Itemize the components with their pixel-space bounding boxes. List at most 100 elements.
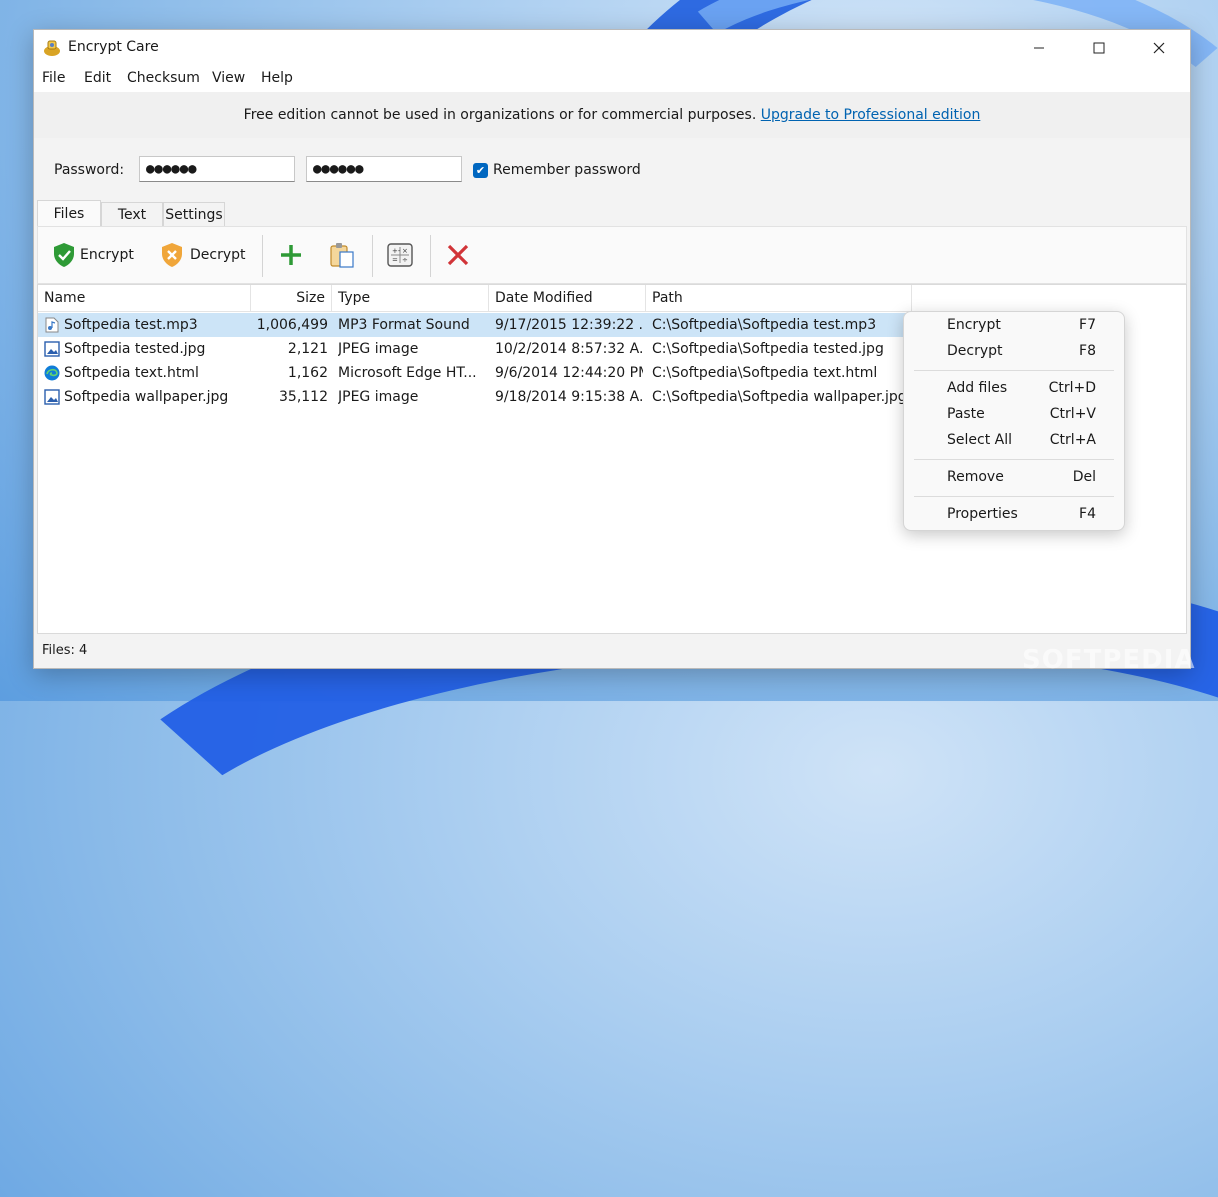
close-button[interactable] [1130,30,1188,66]
remember-password-label[interactable]: Remember password [493,162,641,178]
minimize-button[interactable] [1010,30,1068,66]
app-logo-icon [44,40,60,56]
table-row[interactable]: Softpedia text.html 1,162 Microsoft Edge… [38,361,912,385]
menu-view[interactable]: View [212,70,245,86]
context-item-label: Properties [947,506,1018,522]
context-item-shortcut: F8 [1079,343,1096,359]
image-file-icon [44,341,60,357]
context-item-label: Encrypt [947,317,1001,333]
file-date: 9/17/2015 12:39:22 ... [495,317,643,333]
edge-file-icon [44,365,60,381]
remember-password-checkbox[interactable]: ✔ [473,163,488,178]
context-item-shortcut: Ctrl+A [1049,432,1096,448]
context-item-paste[interactable]: Paste Ctrl+V [904,403,1124,429]
calculator-icon: +- × = ÷ [387,243,413,267]
add-files-button[interactable] [278,239,304,271]
menu-edit[interactable]: Edit [84,70,111,86]
maximize-icon [1093,42,1105,54]
table-row[interactable]: Softpedia wallpaper.jpg 35,112 JPEG imag… [38,385,912,409]
context-item-label: Decrypt [947,343,1003,359]
context-separator [914,459,1114,460]
menu-help[interactable]: Help [261,70,293,86]
context-item-label: Paste [947,406,985,422]
context-item-encrypt[interactable]: Encrypt F7 [904,314,1124,340]
softpedia-watermark: SOFTPEDIA [1022,645,1196,675]
password-field[interactable]: ●●●●●● [139,156,295,182]
context-item-label: Select All [947,432,1012,448]
context-item-decrypt[interactable]: Decrypt F8 [904,340,1124,366]
audio-file-icon [45,317,59,333]
maximize-button[interactable] [1070,30,1128,66]
context-item-properties[interactable]: Properties F4 [904,503,1124,529]
minimize-icon [1034,47,1044,49]
context-item-shortcut: Ctrl+V [1049,406,1096,422]
toolbar-separator [372,235,373,277]
remove-x-icon [447,244,469,266]
column-header-size[interactable]: Size [251,285,332,311]
shield-check-icon [54,243,74,267]
file-type: MP3 Format Sound [338,317,470,333]
file-path: C:\Softpedia\Softpedia text.html [652,365,878,381]
menu-bar: File Edit Checksum View Help [34,66,1190,92]
svg-text:=: = [392,256,398,264]
column-header-path[interactable]: Path [646,285,912,311]
svg-text:×: × [402,247,408,255]
context-item-shortcut: F7 [1079,317,1096,333]
toolbar-separator [262,235,263,277]
confirm-password-field[interactable]: ●●●●●● [306,156,462,182]
table-row[interactable]: Softpedia test.mp3 1,006,499 MP3 Format … [38,313,912,337]
column-header-name[interactable]: Name [38,285,251,311]
file-name: Softpedia text.html [64,365,199,381]
table-row[interactable]: Softpedia tested.jpg 2,121 JPEG image 10… [38,337,912,361]
file-count-status: Files: 4 [42,643,88,658]
file-size: 2,121 [287,341,328,357]
file-date: 10/2/2014 8:57:32 A... [495,341,643,357]
file-size: 1,162 [287,365,328,381]
shield-x-icon [162,243,182,267]
upgrade-link[interactable]: Upgrade to Professional edition [761,107,981,123]
file-path: C:\Softpedia\Softpedia test.mp3 [652,317,877,333]
file-path: C:\Softpedia\Softpedia tested.jpg [652,341,884,357]
close-icon [1153,42,1165,54]
context-item-label: Add files [947,380,1008,396]
tab-text[interactable]: Text [101,202,163,226]
tab-files[interactable]: Files [37,200,101,226]
plus-icon [281,245,301,265]
file-size: 35,112 [279,389,328,405]
context-item-remove[interactable]: Remove Del [904,466,1124,492]
toolbar: Encrypt Decrypt +- × = ÷ [37,226,1187,284]
paste-icon [330,243,354,268]
checksum-button[interactable]: +- × = ÷ [386,239,414,271]
menu-file[interactable]: File [42,70,65,86]
toolbar-separator [430,235,431,277]
remove-button[interactable] [446,239,470,271]
tab-settings[interactable]: Settings [163,202,225,226]
context-item-shortcut: Ctrl+D [1048,380,1096,396]
paste-button[interactable] [328,239,356,271]
header-divider [38,311,912,312]
tab-strip: Files Text Settings [34,200,1190,226]
file-type: JPEG image [338,389,419,405]
license-banner: Free edition cannot be used in organizat… [34,92,1190,138]
image-file-icon [44,389,60,405]
context-item-select-all[interactable]: Select All Ctrl+A [904,429,1124,455]
menu-checksum[interactable]: Checksum [127,70,200,86]
password-label: Password: [54,162,125,178]
column-header-type[interactable]: Type [332,285,489,311]
decrypt-button[interactable]: Decrypt [160,239,246,271]
context-item-shortcut: Del [1072,469,1096,485]
file-date: 9/18/2014 9:15:38 A... [495,389,643,405]
context-item-add-files[interactable]: Add files Ctrl+D [904,377,1124,403]
title-bar[interactable]: Encrypt Care [34,30,1190,66]
svg-text:+-: +- [392,247,401,255]
file-name: Softpedia wallpaper.jpg [64,389,229,405]
column-header-date-modified[interactable]: Date Modified [489,285,646,311]
file-type: JPEG image [338,341,419,357]
file-name: Softpedia tested.jpg [64,341,206,357]
encrypt-button[interactable]: Encrypt [52,239,134,271]
file-size: 1,006,499 [256,317,328,333]
banner-text: Free edition cannot be used in organizat… [243,107,757,123]
file-name: Softpedia test.mp3 [64,317,198,333]
context-menu: Encrypt F7 Decrypt F8 Add files Ctrl+D P… [903,311,1125,531]
decrypt-label: Decrypt [190,247,246,263]
